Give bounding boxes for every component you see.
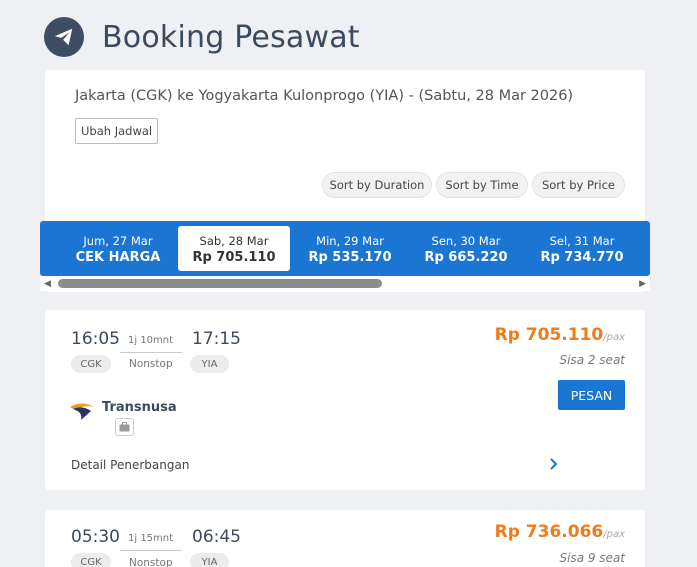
date-price: Rp 705.110 [192,250,276,265]
scroll-right-icon[interactable]: ▶ [639,278,646,289]
sort-by-price-button[interactable]: Sort by Price [532,172,625,198]
arrival-time: 17:15 [192,329,241,349]
chevron-right-icon[interactable] [549,457,559,476]
seats-left: Sisa 2 seat [559,353,625,367]
paper-plane-icon [44,17,84,57]
flight-detail-link[interactable]: Detail Penerbangan [71,458,189,472]
date-selector: Jum, 27 Mar CEK HARGA Sab, 28 Mar Rp 705… [40,221,650,276]
route-summary: Jakarta (CGK) ke Yogyakarta Kulonprogo (… [75,88,574,104]
stops-info: Nonstop [129,358,173,370]
page-title: Booking Pesawat [102,19,360,55]
date-option[interactable]: Sen, 30 Mar Rp 665.220 [410,226,522,271]
destination-airport: YIA [190,355,229,373]
date-price: Rp 665.220 [424,250,508,265]
scroll-left-icon[interactable]: ◀ [44,278,51,289]
date-label: Sen, 30 Mar [431,234,501,248]
origin-airport: CGK [71,553,111,567]
duration-line [120,550,182,551]
date-label: Jum, 27 Mar [83,234,153,248]
airline-logo [69,401,95,426]
duration-line [120,352,182,353]
change-schedule-button[interactable]: Ubah Jadwal [75,118,159,144]
airline-name: Transnusa [102,400,177,415]
flight-card: 16:05 1j 10mnt 17:15 CGK Nonstop YIA Rp … [45,310,645,490]
date-option[interactable]: Min, 29 Mar Rp 535.170 [294,226,406,271]
arrival-time: 06:45 [192,527,241,547]
date-label: Sab, 28 Mar [199,234,269,248]
scrollbar-thumb[interactable] [58,279,382,288]
sort-by-time-button[interactable]: Sort by Time [436,172,528,198]
page-header: Booking Pesawat [44,15,360,59]
date-price: Rp 535.170 [308,250,392,265]
destination-airport: YIA [190,553,229,567]
per-pax-label: /pax [603,529,625,540]
date-option[interactable]: Sel, 31 Mar Rp 734.770 [526,226,638,271]
baggage-icon [115,418,134,436]
price-value: Rp 736.066 [494,522,604,542]
stops-info: Nonstop [129,557,173,567]
flight-card: 05:30 1j 15mnt 06:45 CGK Nonstop YIA Rp … [45,510,645,567]
flight-duration: 1j 15mnt [128,533,174,544]
date-scrollbar[interactable]: ◀ ▶ [40,276,650,291]
origin-airport: CGK [71,355,111,373]
price-value: Rp 705.110 [494,325,604,345]
per-pax-label: /pax [603,332,625,343]
date-price: CEK HARGA [75,250,161,265]
date-option-selected[interactable]: Sab, 28 Mar Rp 705.110 [178,226,290,271]
book-button[interactable]: PESAN [558,380,625,410]
date-price: Rp 734.770 [540,250,624,265]
date-label: Min, 29 Mar [316,234,384,248]
departure-time: 16:05 [71,329,120,349]
departure-time: 05:30 [71,527,120,547]
flight-duration: 1j 10mnt [128,335,174,346]
flight-price: Rp 705.110/pax [495,325,625,345]
sort-by-duration-button[interactable]: Sort by Duration [322,172,432,198]
date-option[interactable]: Jum, 27 Mar CEK HARGA [62,226,174,271]
flight-price: Rp 736.066/pax [495,522,625,542]
seats-left: Sisa 9 seat [559,551,625,565]
date-label: Sel, 31 Mar [549,234,615,248]
